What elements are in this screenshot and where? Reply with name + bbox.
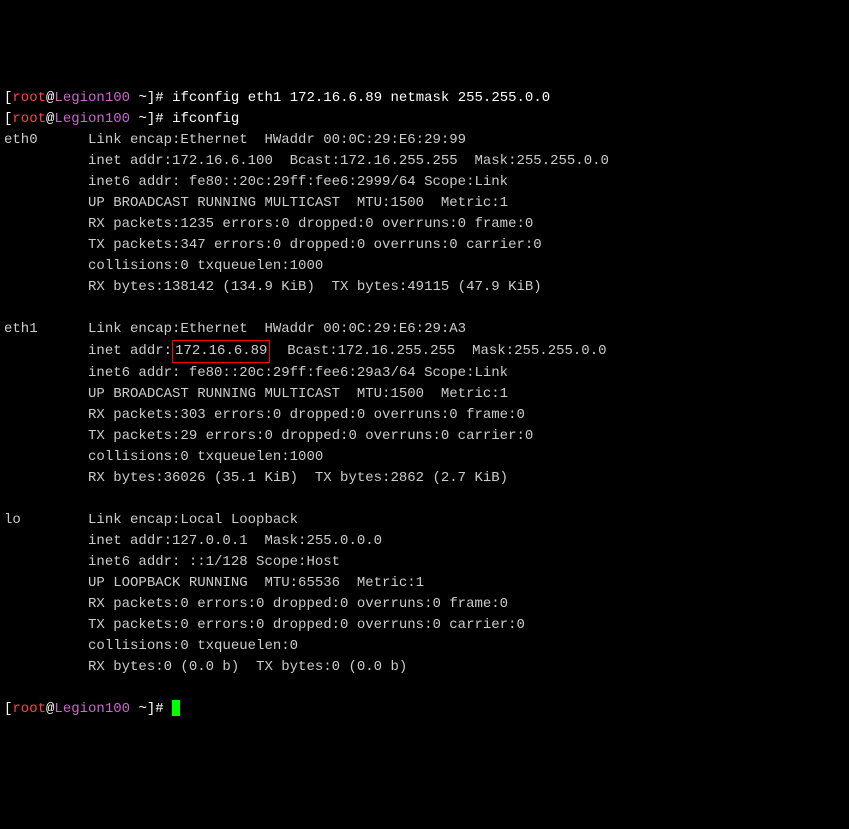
blank-line [4, 489, 845, 510]
prompt-open-bracket: [ [4, 701, 12, 717]
eth1-inet-prefix: inet addr: [4, 343, 172, 359]
prompt-hash: # [155, 701, 172, 717]
lo-line1: Link encap:Local Loopback [88, 512, 298, 528]
terminal-output: [root@Legion100 ~]# ifconfig eth1 172.16… [4, 88, 845, 720]
prompt-hash: # [155, 90, 172, 106]
lo-collisions: collisions:0 txqueuelen:0 [4, 636, 845, 657]
command-line-2: [root@Legion100 ~]# ifconfig [4, 109, 845, 130]
eth0-collisions: collisions:0 txqueuelen:1000 [4, 256, 845, 277]
blank-line [4, 298, 845, 319]
prompt-hostname: Legion100 [54, 90, 130, 106]
prompt-close-bracket: ] [147, 701, 155, 717]
lo-inet: inet addr:127.0.0.1 Mask:255.0.0.0 [4, 531, 845, 552]
eth0-inet6: inet6 addr: fe80::20c:29ff:fee6:2999/64 … [4, 172, 845, 193]
command-line-1: [root@Legion100 ~]# ifconfig eth1 172.16… [4, 88, 845, 109]
eth1-inet: inet addr:172.16.6.89 Bcast:172.16.255.2… [4, 340, 845, 363]
eth0-rx: RX packets:1235 errors:0 dropped:0 overr… [4, 214, 845, 235]
eth1-rx: RX packets:303 errors:0 dropped:0 overru… [4, 405, 845, 426]
final-prompt-line[interactable]: [root@Legion100 ~]# [4, 699, 845, 720]
lo-tx: TX packets:0 errors:0 dropped:0 overruns… [4, 615, 845, 636]
eth1-header: eth1 Link encap:Ethernet HWaddr 00:0C:29… [4, 319, 845, 340]
prompt-hostname: Legion100 [54, 111, 130, 127]
eth1-tx: TX packets:29 errors:0 dropped:0 overrun… [4, 426, 845, 447]
eth0-line1: Link encap:Ethernet HWaddr 00:0C:29:E6:2… [88, 132, 466, 148]
prompt-path: ~ [130, 701, 147, 717]
lo-bytes: RX bytes:0 (0.0 b) TX bytes:0 (0.0 b) [4, 657, 845, 678]
eth1-ip-highlighted: 172.16.6.89 [172, 340, 270, 363]
eth1-inet6: inet6 addr: fe80::20c:29ff:fee6:29a3/64 … [4, 363, 845, 384]
prompt-user: root [12, 701, 46, 717]
prompt-close-bracket: ] [147, 90, 155, 106]
prompt-user: root [12, 111, 46, 127]
eth0-header: eth0 Link encap:Ethernet HWaddr 00:0C:29… [4, 130, 845, 151]
lo-rx: RX packets:0 errors:0 dropped:0 overruns… [4, 594, 845, 615]
eth0-inet: inet addr:172.16.6.100 Bcast:172.16.255.… [4, 151, 845, 172]
prompt-path: ~ [130, 90, 147, 106]
eth0-flags: UP BROADCAST RUNNING MULTICAST MTU:1500 … [4, 193, 845, 214]
eth0-name: eth0 [4, 132, 88, 148]
prompt-close-bracket: ] [147, 111, 155, 127]
prompt-path: ~ [130, 111, 147, 127]
command-text-1: ifconfig eth1 172.16.6.89 netmask 255.25… [172, 90, 550, 106]
eth1-flags: UP BROADCAST RUNNING MULTICAST MTU:1500 … [4, 384, 845, 405]
eth1-name: eth1 [4, 321, 88, 337]
eth1-inet-suffix: Bcast:172.16.255.255 Mask:255.255.0.0 [270, 343, 606, 359]
eth0-bytes: RX bytes:138142 (134.9 KiB) TX bytes:491… [4, 277, 845, 298]
lo-flags: UP LOOPBACK RUNNING MTU:65536 Metric:1 [4, 573, 845, 594]
blank-line [4, 678, 845, 699]
eth0-tx: TX packets:347 errors:0 dropped:0 overru… [4, 235, 845, 256]
eth1-collisions: collisions:0 txqueuelen:1000 [4, 447, 845, 468]
lo-name: lo [4, 512, 88, 528]
lo-inet6: inet6 addr: ::1/128 Scope:Host [4, 552, 845, 573]
prompt-user: root [12, 90, 46, 106]
prompt-hostname: Legion100 [54, 701, 130, 717]
prompt-at: @ [46, 701, 54, 717]
prompt-hash: # [155, 111, 172, 127]
lo-header: lo Link encap:Local Loopback [4, 510, 845, 531]
command-text-2: ifconfig [172, 111, 239, 127]
cursor-icon [172, 700, 180, 716]
eth1-bytes: RX bytes:36026 (35.1 KiB) TX bytes:2862 … [4, 468, 845, 489]
eth1-line1: Link encap:Ethernet HWaddr 00:0C:29:E6:2… [88, 321, 466, 337]
